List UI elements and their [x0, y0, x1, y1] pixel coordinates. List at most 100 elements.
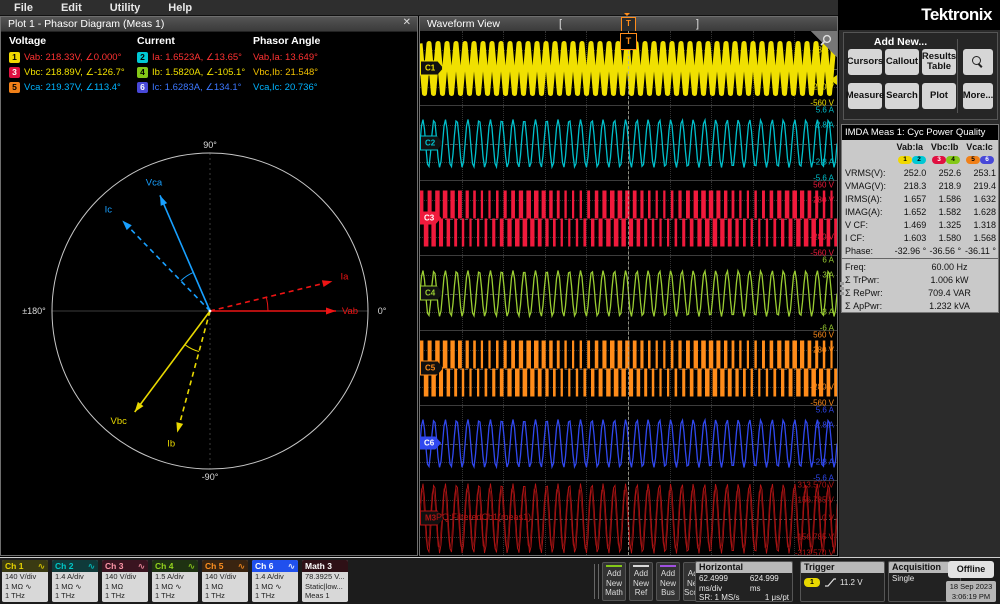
- add-new-ref-button[interactable]: AddNewRef: [629, 562, 653, 601]
- scale-label: 0 V: [822, 514, 834, 523]
- imda-value: -36.11 °: [963, 246, 998, 256]
- svg-text:-90°: -90°: [202, 472, 219, 482]
- svg-text:Vbc: Vbc: [111, 416, 128, 427]
- channel-badge-ch-3[interactable]: Ch 3∿140 V/div1 MΩ1 THz: [102, 560, 148, 602]
- phasor-window-titlebar[interactable]: Plot 1 - Phasor Diagram (Meas 1) ✕: [1, 17, 417, 32]
- coupling-icon: ∿: [188, 560, 195, 572]
- divider: [594, 564, 595, 599]
- trigger-level-arrow-icon[interactable]: [825, 75, 837, 85]
- phasor-window-title: Plot 1 - Phasor Diagram (Meas 1): [1, 18, 164, 30]
- trigger-panel-title: Trigger: [801, 562, 884, 573]
- menu-file[interactable]: File: [0, 2, 47, 14]
- legend-col-current: Current2Ia: 1.6523A, ∠13.65°4Ib: 1.5820A…: [137, 35, 245, 95]
- waveform-view-window: Waveform View [ ] T T C1280 V-280 V-560 …: [419, 16, 838, 556]
- add-new-measure-button[interactable]: Measure: [848, 83, 882, 109]
- add-new-math-button[interactable]: AddNewMath: [602, 562, 626, 601]
- channel-badge-ch-2[interactable]: Ch 2∿1.4 A/div1 MΩ ∿1 THz: [52, 560, 98, 602]
- menu-utility[interactable]: Utility: [96, 2, 155, 14]
- channel-setting: 140 V/div: [5, 572, 48, 582]
- more-button[interactable]: More...: [963, 83, 993, 109]
- add-new-results-table-button[interactable]: Results Table: [922, 49, 956, 75]
- channel-pair-badge: 34: [929, 156, 963, 164]
- imda-summary-value: 1.006 kW: [901, 275, 998, 285]
- scale-label: 2.8 A: [816, 120, 834, 129]
- channel-badge-math-3[interactable]: Math 378.3925 V...Static|low...Meas 1: [302, 560, 348, 602]
- add-new-cursors-button[interactable]: Cursors: [848, 49, 882, 75]
- imda-summary-value: 60.00 Hz: [901, 262, 998, 272]
- channel-setting: 140 V/div: [105, 572, 148, 582]
- zoom-tool-button[interactable]: [963, 49, 993, 75]
- offline-button[interactable]: Offline: [948, 561, 994, 578]
- channel-badge-ch-6[interactable]: Ch 6∿1.4 A/div1 MΩ ∿1 THz: [252, 560, 298, 602]
- phasor-diagram[interactable]: 90°-90°0°±180°VabIaVbcIbVcaIc: [1, 109, 417, 555]
- svg-text:Vab: Vab: [342, 306, 358, 317]
- imda-row: I CF:1.6031.5801.568: [842, 231, 998, 244]
- scale-label: -3 A: [820, 307, 834, 316]
- current-readout: Ib: 1.5820A, ∠-105.1°: [152, 67, 245, 78]
- menu-edit[interactable]: Edit: [47, 2, 96, 14]
- channel-name: Ch 6: [255, 560, 273, 572]
- add-new-bus-button[interactable]: AddNewBus: [656, 562, 680, 601]
- legend-row: 3Vbc: 218.89V, ∠-126.7°: [9, 65, 125, 80]
- waveform-title: Waveform View: [420, 18, 500, 30]
- channel-setting: 1 MΩ ∿: [155, 582, 198, 592]
- channel-setting: 1 THz: [155, 591, 198, 601]
- imda-value: 1.652: [893, 207, 928, 217]
- imda-value: 1.580: [928, 233, 963, 243]
- right-panel: Add New... CursorsCalloutResults TableMe…: [838, 30, 1000, 557]
- zoom-bracket-close[interactable]: ]: [696, 18, 699, 30]
- coupling-icon: ∿: [38, 560, 45, 572]
- add-new-plot-button[interactable]: Plot: [922, 83, 956, 109]
- imda-row: VMAG(V):218.3218.9219.4: [842, 179, 998, 192]
- scale-label: 5.6 A: [816, 405, 834, 414]
- channel-name: Ch 4: [155, 560, 173, 572]
- imda-summary-value: 1.232 kVA: [901, 301, 998, 311]
- menu-bar: File Edit Utility Help: [0, 0, 838, 16]
- add-new-search-button[interactable]: Search: [885, 83, 919, 109]
- legend-row: 4Ib: 1.5820A, ∠-105.1°: [137, 65, 245, 80]
- svg-text:±180°: ±180°: [22, 306, 46, 316]
- scale-label: -2.8 A: [813, 157, 834, 166]
- channel-setting: Static|low...: [305, 582, 348, 592]
- channel-setting: 1 THz: [255, 591, 298, 601]
- horizontal-panel[interactable]: Horizontal 62.4999 ms/div624.999 ms SR: …: [695, 561, 793, 602]
- imda-summary-row: Σ ApPwr:1.232 kVA: [842, 299, 998, 312]
- channel-badge-ch-4[interactable]: Ch 4∿1.5 A/div1 MΩ ∿1 THz: [152, 560, 198, 602]
- channel-badge: 5: [9, 82, 20, 93]
- imda-value: 1.632: [963, 194, 998, 204]
- waveform-graticule[interactable]: T C1280 V-280 V-560 VC25.6 A2.8 A-2.8 A-…: [420, 31, 837, 555]
- imda-summary-row: Σ TrPwr:1.006 kW: [842, 273, 998, 286]
- zoom-corner-button[interactable]: [811, 31, 837, 57]
- imda-value: 1.582: [928, 207, 963, 217]
- legend-header: Current: [137, 35, 245, 47]
- imda-results-table[interactable]: IMDA Meas 1: Cyc Power Quality Vab:IaVbc…: [841, 124, 999, 313]
- close-icon[interactable]: ✕: [403, 17, 411, 28]
- expansion-point-icon[interactable]: T: [621, 17, 636, 32]
- voltage-readout: Vbc: 218.89V, ∠-126.7°: [24, 67, 125, 78]
- channel-badge-ch-5[interactable]: Ch 5∿140 V/div1 MΩ1 THz: [202, 560, 248, 602]
- add-new-callout-button[interactable]: Callout: [885, 49, 919, 75]
- imda-value: 218.9: [928, 181, 963, 191]
- channel-setting: 1 MΩ ∿: [55, 582, 98, 592]
- coupling-icon: ∿: [238, 560, 245, 572]
- waveform-titlebar[interactable]: Waveform View [ ] T: [420, 17, 837, 32]
- zoom-bracket-open[interactable]: [: [559, 18, 562, 30]
- svg-text:0°: 0°: [378, 306, 387, 316]
- phasor-angle-readout: Vab,Ia: 13.649°: [253, 52, 318, 63]
- trigger-marker-icon[interactable]: T: [620, 33, 637, 50]
- legend-row: Vca,Ic: 20.736°: [253, 80, 320, 95]
- channel-setting: 1 THz: [5, 591, 48, 601]
- panel-drag-grip[interactable]: [839, 282, 844, 298]
- svg-text:90°: 90°: [203, 140, 217, 150]
- channel-setting: 1 MΩ ∿: [255, 582, 298, 592]
- trigger-position-line: [628, 31, 629, 555]
- imda-value: 1.603: [893, 233, 928, 243]
- trigger-panel[interactable]: Trigger 1 11.2 V: [800, 561, 885, 602]
- channel-name: Math 3: [305, 560, 332, 572]
- menu-help[interactable]: Help: [154, 2, 206, 14]
- channel-pair-badge: 12: [895, 156, 929, 164]
- channel-setting: 1 MΩ ∿: [5, 582, 48, 592]
- imda-table-title: IMDA Meas 1: Cyc Power Quality: [842, 125, 998, 140]
- horizontal-window: 624.999 ms: [750, 574, 789, 593]
- channel-badge-ch-1[interactable]: Ch 1∿140 V/div1 MΩ ∿1 THz: [2, 560, 48, 602]
